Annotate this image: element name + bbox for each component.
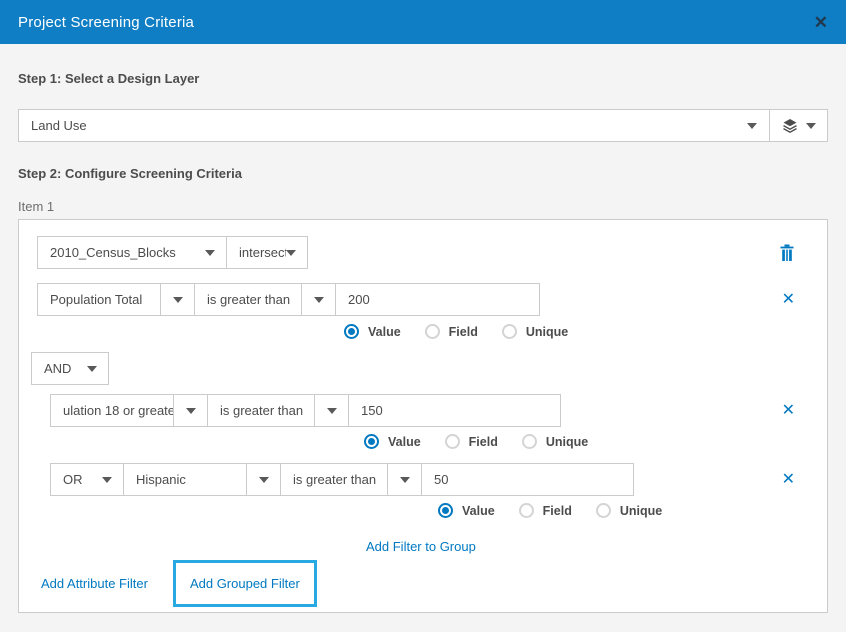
close-icon[interactable]: ✕: [814, 14, 828, 31]
remove-filter-button[interactable]: ✕: [782, 292, 795, 308]
chevron-down-icon: [286, 250, 296, 256]
chevron-down-icon[interactable]: [160, 284, 194, 315]
field-dropdown[interactable]: Hispanic: [123, 463, 281, 496]
radio-unselected-icon: [502, 324, 517, 339]
chevron-down-icon[interactable]: [301, 284, 335, 315]
item-card: 2010_Census_Blocks intersects: [18, 219, 828, 613]
radio-selected-icon: [344, 324, 359, 339]
attribute-filter-row: Population Total is greater than ✕: [37, 283, 813, 316]
radio-value[interactable]: Value: [364, 434, 421, 449]
value-type-radio-group: Value Field Unique: [438, 503, 813, 518]
operator-value: is greater than: [208, 403, 314, 418]
field-dropdown[interactable]: ulation 18 or greater: [50, 394, 208, 427]
design-layer-dropdown[interactable]: Land Use: [18, 109, 770, 142]
spatial-operator-dropdown[interactable]: intersects: [226, 236, 308, 269]
operator-value: is greater than: [281, 472, 387, 487]
radio-value[interactable]: Value: [344, 324, 401, 339]
radio-unselected-icon: [522, 434, 537, 449]
layer-tools-dropdown[interactable]: [770, 109, 828, 142]
add-grouped-filter-link[interactable]: Add Grouped Filter: [190, 576, 300, 591]
value-type-radio-group: Value Field Unique: [364, 434, 813, 449]
radio-selected-icon: [364, 434, 379, 449]
radio-unselected-icon: [596, 503, 611, 518]
layer-criteria-row: 2010_Census_Blocks intersects: [37, 236, 813, 269]
target-layer-value: 2010_Census_Blocks: [38, 245, 205, 260]
value-input[interactable]: [348, 394, 561, 427]
chevron-down-icon: [806, 123, 816, 129]
chevron-down-icon: [102, 477, 112, 483]
design-layer-row: Land Use: [18, 109, 828, 142]
field-value: Population Total: [38, 292, 160, 307]
dialog-title: Project Screening Criteria: [18, 14, 194, 31]
step2-heading: Step 2: Configure Screening Criteria: [18, 166, 828, 181]
group-filter-row: ulation 18 or greater is greater than ✕: [50, 394, 813, 427]
item-label: Item 1: [18, 199, 828, 214]
add-grouped-filter-highlight-box: Add Grouped Filter: [173, 560, 317, 607]
radio-value[interactable]: Value: [438, 503, 495, 518]
layers-icon: [782, 118, 798, 134]
filter-group: ulation 18 or greater is greater than ✕ …: [50, 394, 813, 556]
operator-dropdown[interactable]: is greater than: [207, 394, 349, 427]
field-dropdown[interactable]: Population Total: [37, 283, 195, 316]
project-screening-criteria-dialog: Project Screening Criteria ✕ Step 1: Sel…: [0, 0, 846, 632]
logic-dropdown[interactable]: AND: [31, 352, 109, 385]
dialog-header: Project Screening Criteria ✕: [0, 0, 846, 44]
design-layer-value: Land Use: [31, 118, 87, 133]
step1-heading: Step 1: Select a Design Layer: [18, 71, 828, 86]
chevron-down-icon: [747, 123, 757, 129]
delete-item-button[interactable]: [779, 244, 795, 262]
add-attribute-filter-link[interactable]: Add Attribute Filter: [41, 576, 148, 591]
radio-field[interactable]: Field: [425, 324, 478, 339]
logic-row: AND: [31, 352, 813, 385]
radio-selected-icon: [438, 503, 453, 518]
field-value: ulation 18 or greater: [51, 403, 173, 418]
remove-filter-button[interactable]: ✕: [782, 403, 795, 419]
value-type-radio-group: Value Field Unique: [344, 324, 813, 339]
target-layer-dropdown[interactable]: 2010_Census_Blocks: [37, 236, 227, 269]
value-input[interactable]: [335, 283, 540, 316]
chevron-down-icon[interactable]: [314, 395, 348, 426]
operator-value: is greater than: [195, 292, 301, 307]
operator-dropdown[interactable]: is greater than: [280, 463, 422, 496]
item-actions-row: Add Attribute Filter Add Grouped Filter: [31, 560, 813, 607]
add-filter-to-group-link[interactable]: Add Filter to Group: [366, 539, 476, 554]
logic-value: AND: [32, 361, 87, 376]
radio-unique[interactable]: Unique: [596, 503, 662, 518]
radio-field[interactable]: Field: [445, 434, 498, 449]
chevron-down-icon[interactable]: [246, 464, 280, 495]
group-logic-dropdown[interactable]: OR: [50, 463, 124, 496]
remove-filter-button[interactable]: ✕: [782, 472, 795, 488]
radio-unselected-icon: [445, 434, 460, 449]
operator-dropdown[interactable]: is greater than: [194, 283, 336, 316]
trash-icon: [779, 244, 795, 262]
group-filter-row: OR Hispanic is greater than ✕: [50, 463, 813, 496]
field-value: Hispanic: [124, 472, 246, 487]
chevron-down-icon[interactable]: [173, 395, 207, 426]
radio-field[interactable]: Field: [519, 503, 572, 518]
radio-unselected-icon: [425, 324, 440, 339]
chevron-down-icon: [87, 366, 97, 372]
chevron-down-icon: [205, 250, 215, 256]
value-input[interactable]: [421, 463, 634, 496]
spatial-operator-value: intersects: [227, 245, 286, 260]
radio-unique[interactable]: Unique: [502, 324, 568, 339]
chevron-down-icon[interactable]: [387, 464, 421, 495]
radio-unique[interactable]: Unique: [522, 434, 588, 449]
radio-unselected-icon: [519, 503, 534, 518]
group-logic-value: OR: [51, 472, 102, 487]
